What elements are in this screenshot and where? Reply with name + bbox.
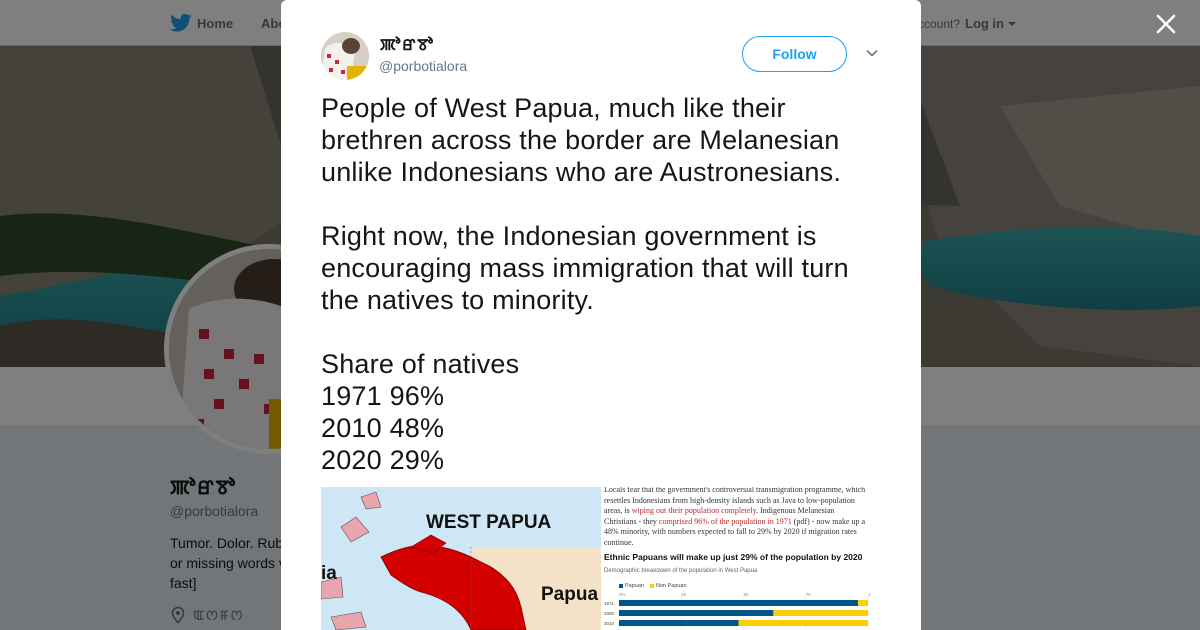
- chart-legend: Papuan Non Papuan: [619, 583, 687, 589]
- tick-label: 100: [868, 592, 870, 597]
- follow-button[interactable]: Follow: [742, 36, 847, 72]
- author-name[interactable]: ꯄꯣꯔꯕꯣ: [380, 34, 435, 56]
- tweet-media-image[interactable]: WEST PAPUA Papua ia Locals fear that the…: [321, 487, 870, 630]
- tick-label: 50: [744, 592, 750, 597]
- map-label-left: ia: [321, 563, 337, 584]
- category-label: 2000: [604, 611, 615, 616]
- tick-label: 0%: [619, 592, 626, 597]
- tweet-paragraph: Right now, the Indonesian government is …: [321, 221, 849, 315]
- bar-segment-non-papuan: [858, 600, 868, 606]
- tweet-paragraph: Share of natives 1971 96% 2010 48% 2020 …: [321, 349, 520, 475]
- chevron-down-icon[interactable]: [865, 46, 879, 60]
- bar-segment-non-papuan: [738, 620, 868, 626]
- chart-subtitle: Demographic breakdown of the population …: [604, 568, 758, 574]
- author-avatar[interactable]: [321, 32, 369, 80]
- bar-segment-papuan: [619, 610, 774, 616]
- bar-segment-papuan: [619, 620, 739, 626]
- bar-segment-papuan: [619, 600, 859, 606]
- close-icon[interactable]: [1154, 12, 1178, 36]
- article-excerpt: Locals fear that the government's contro…: [601, 487, 870, 630]
- tweet-text: People of West Papua, much like their br…: [321, 92, 881, 476]
- category-label: 1971: [604, 601, 615, 606]
- map-title: WEST PAPUA: [426, 512, 552, 533]
- author-avatar-image: [321, 32, 369, 80]
- article-link: wiping out their population completely: [631, 506, 757, 515]
- tick-label: 75: [806, 592, 812, 597]
- bar-segment-non-papuan: [773, 610, 868, 616]
- west-papua-map: WEST PAPUA Papua ia: [321, 487, 601, 630]
- article-paragraph: Locals fear that the government's contro…: [604, 487, 868, 548]
- article-link: comprised 96% of the population in 1971: [658, 516, 792, 526]
- legend-swatch: [649, 583, 654, 588]
- tweet-paragraph: People of West Papua, much like their br…: [321, 93, 842, 187]
- legend-label: Non Papuan: [655, 583, 687, 589]
- legend-item-papuan: Papuan: [619, 583, 644, 589]
- author-handle[interactable]: @porbotialora: [379, 58, 467, 74]
- tweet-modal: ꯄꯣꯔꯕꯣ @porbotialora Follow People of Wes…: [281, 0, 921, 630]
- legend-item-non-papuan: Non Papuan: [649, 583, 687, 589]
- legend-swatch: [619, 583, 623, 588]
- legend-label: Papuan: [625, 583, 644, 589]
- category-label: 2010: [604, 621, 615, 626]
- map-label-papua: Papua: [541, 584, 599, 605]
- chart-headline: Ethnic Papuans will make up just 29% of …: [604, 552, 863, 562]
- map-shape: [321, 487, 601, 630]
- population-bar-chart: 0% 25 50 75 100 1971 2000 2010: [604, 592, 870, 630]
- tick-label: 25: [681, 592, 687, 597]
